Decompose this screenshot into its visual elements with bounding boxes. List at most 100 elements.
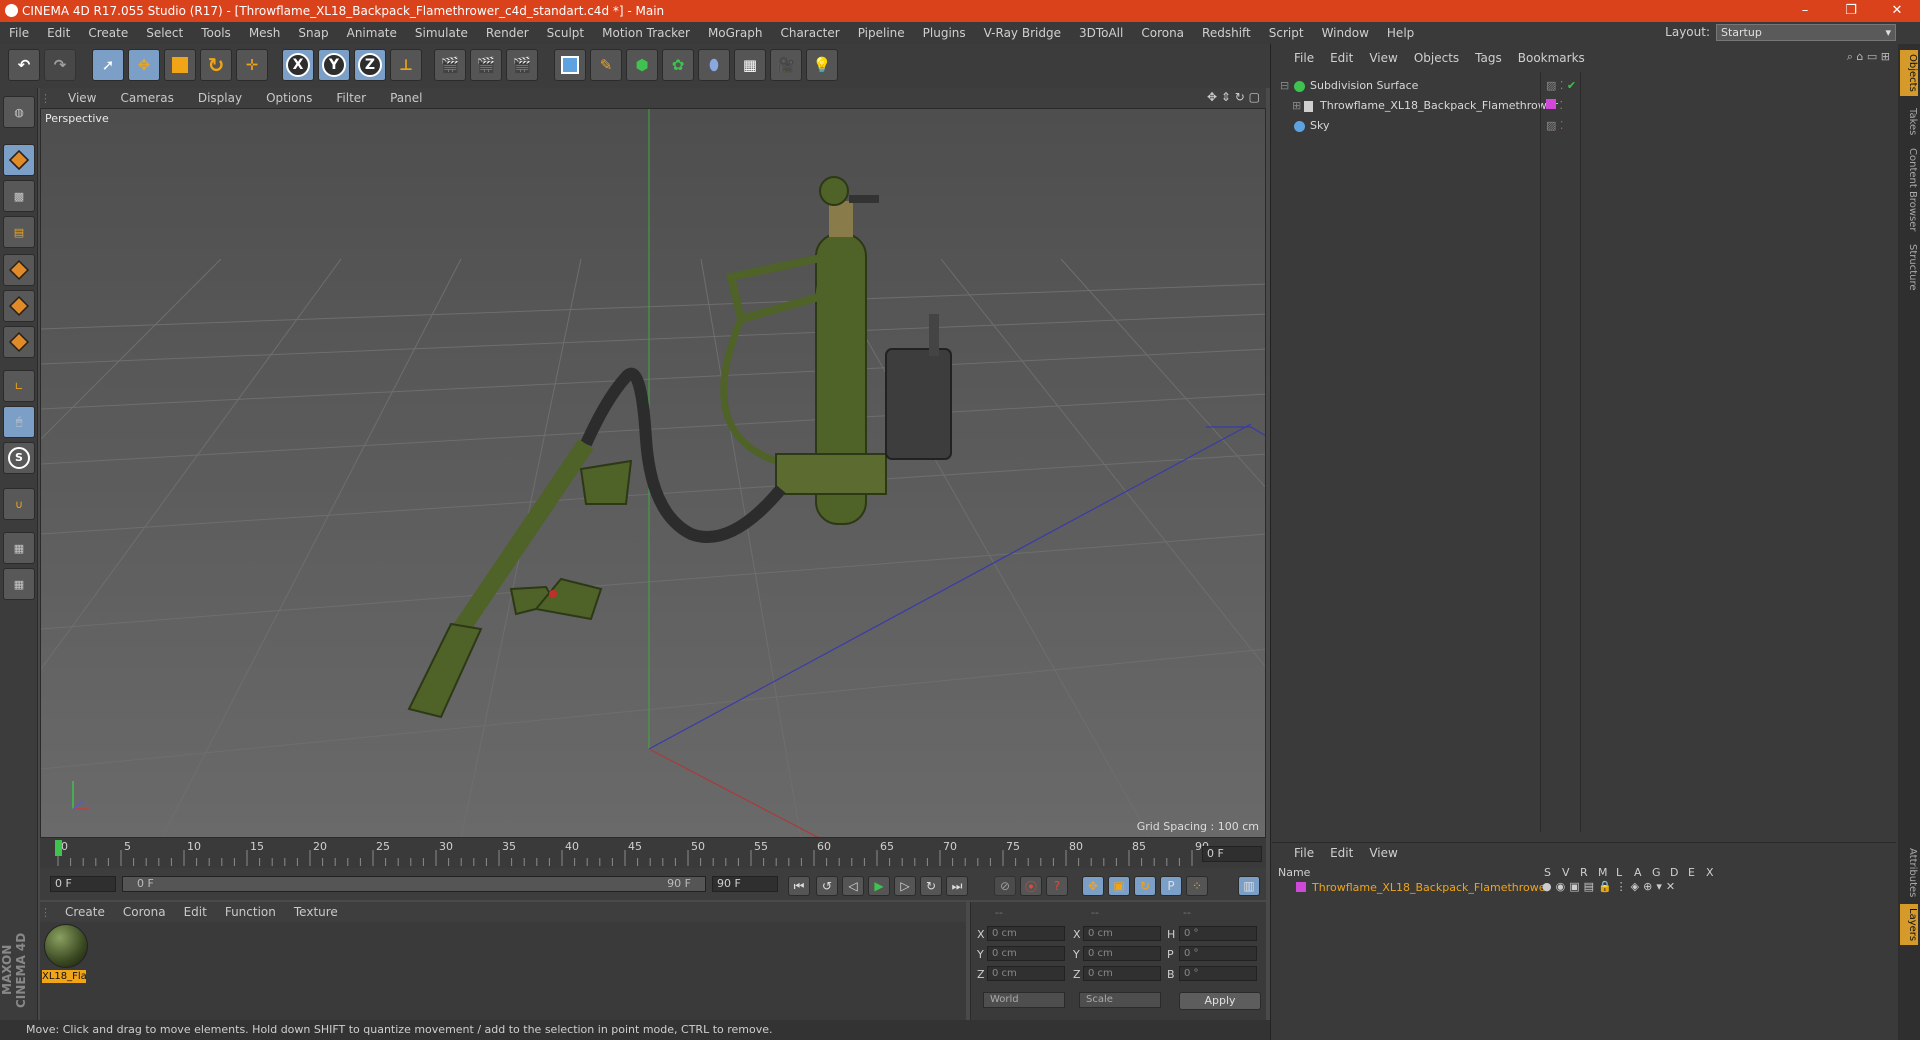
material-menu-corona[interactable]: Corona	[114, 905, 175, 919]
add-subdivision-button[interactable]: ⬢	[626, 49, 658, 81]
scale-tool-button[interactable]	[164, 49, 196, 81]
next-frame-button[interactable]: ▷	[894, 876, 916, 896]
menu-animate[interactable]: Animate	[338, 26, 406, 40]
layer-color-tag[interactable]: ⁚	[1546, 96, 1563, 116]
add-camera-button[interactable]: 🎥	[770, 49, 802, 81]
collapse-icon[interactable]: ⊟	[1280, 76, 1289, 96]
menu-mograph[interactable]: MoGraph	[699, 26, 772, 40]
record-keys-button[interactable]: ⊘	[994, 876, 1016, 896]
workplane-lock-button[interactable]: ▦	[3, 532, 35, 564]
material-preview[interactable]	[44, 924, 88, 968]
key-scale-button[interactable]: ▣	[1108, 876, 1130, 896]
polygons-mode-button[interactable]	[3, 326, 35, 358]
axis-mode-button[interactable]: ∟	[3, 370, 35, 402]
layer-color-swatch[interactable]	[1296, 882, 1306, 892]
model-mode-button[interactable]	[3, 144, 35, 176]
rot-b-field[interactable]: 0 °	[1179, 966, 1257, 981]
object-menu-file[interactable]: File	[1286, 51, 1322, 65]
go-to-end-button[interactable]: ⏭	[946, 876, 968, 896]
tab-takes[interactable]: Takes	[1900, 104, 1918, 139]
menu-plugins[interactable]: Plugins	[914, 26, 975, 40]
menu-window[interactable]: Window	[1313, 26, 1378, 40]
menu-render[interactable]: Render	[477, 26, 538, 40]
add-array-button[interactable]: ✿	[662, 49, 694, 81]
object-row-subdivision[interactable]: ⊟ Subdivision Surface ▨ ⁚ ✔	[1276, 76, 1896, 96]
y-axis-lock-button[interactable]: Y	[318, 49, 350, 81]
keyframe-selection-button[interactable]: ?	[1046, 876, 1068, 896]
viewport-nav-icons[interactable]: ✥ ⇕ ↻ ▢	[1207, 90, 1260, 104]
minimize-button[interactable]: –	[1782, 0, 1828, 22]
menu-script[interactable]: Script	[1260, 26, 1313, 40]
material-name[interactable]: XL18_Fla	[42, 970, 87, 983]
menu-simulate[interactable]: Simulate	[406, 26, 477, 40]
pos-x-field[interactable]: 0 cm	[987, 926, 1065, 941]
layer-menu-view[interactable]: View	[1361, 846, 1405, 860]
viewport-menu-display[interactable]: Display	[186, 91, 254, 105]
object-row-flamethrower[interactable]: ⊞ Throwflame_XL18_Backpack_Flamethrower …	[1276, 96, 1896, 116]
layer-menu-file[interactable]: File	[1286, 846, 1322, 860]
add-light-button[interactable]: 💡	[806, 49, 838, 81]
object-menu-bookmarks[interactable]: Bookmarks	[1510, 51, 1593, 65]
viewport-menu-panel[interactable]: Panel	[378, 91, 434, 105]
autokey-button[interactable]: ⦿	[1020, 876, 1042, 896]
apply-button[interactable]: Apply	[1179, 992, 1261, 1010]
object-row-sky[interactable]: Sky ▨ ⁚	[1276, 116, 1896, 136]
viewport-menu-options[interactable]: Options	[254, 91, 324, 105]
move-tool-button[interactable]: ✥	[128, 49, 160, 81]
maximize-button[interactable]: ❐	[1828, 0, 1874, 22]
size-mode-dropdown[interactable]: Scale	[1079, 992, 1161, 1008]
key-pla-button[interactable]: ⁘	[1186, 876, 1208, 896]
undo-button[interactable]: ↶	[8, 49, 40, 81]
menu-snap[interactable]: Snap	[289, 26, 337, 40]
tweak-mode-button[interactable]: 🖱	[3, 406, 35, 438]
playhead[interactable]	[55, 840, 62, 856]
menu-vray-bridge[interactable]: V-Ray Bridge	[975, 26, 1070, 40]
add-floor-button[interactable]: ▦	[734, 49, 766, 81]
workplane-align-button[interactable]: ▦	[3, 568, 35, 600]
viewport-menu-cameras[interactable]: Cameras	[108, 91, 185, 105]
material-menu-create[interactable]: Create	[56, 905, 114, 919]
add-deformer-button[interactable]: ⬮	[698, 49, 730, 81]
menu-edit[interactable]: Edit	[38, 26, 79, 40]
coord-system-dropdown[interactable]: World	[983, 992, 1065, 1008]
solo-mode-button[interactable]: S	[3, 442, 35, 474]
rot-p-field[interactable]: 0 °	[1179, 946, 1257, 961]
menu-sculpt[interactable]: Sculpt	[538, 26, 593, 40]
recent-tool-button[interactable]: ✛	[236, 49, 268, 81]
layer-name[interactable]: Throwflame_XL18_Backpack_Flamethrower	[1312, 881, 1550, 894]
material-menu-edit[interactable]: Edit	[175, 905, 216, 919]
frame-range-slider[interactable]: 0 F 90 F	[122, 876, 706, 892]
menu-file[interactable]: File	[0, 26, 38, 40]
layer-row[interactable]: Throwflame_XL18_Backpack_Flamethrower ●◉…	[1272, 880, 1896, 896]
x-axis-lock-button[interactable]: X	[282, 49, 314, 81]
edges-mode-button[interactable]	[3, 290, 35, 322]
key-parameter-button[interactable]: P	[1160, 876, 1182, 896]
timeline-layout-button[interactable]: ▥	[1238, 876, 1260, 896]
menu-3dtoall[interactable]: 3DToAll	[1070, 26, 1132, 40]
timeline-ruler[interactable]: 051015202530354045505560657075808590 0 F	[40, 838, 1266, 868]
object-menu-view[interactable]: View	[1361, 51, 1405, 65]
current-frame-field[interactable]: 0 F	[1202, 846, 1262, 862]
menu-help[interactable]: Help	[1378, 26, 1423, 40]
render-to-picture-viewer-button[interactable]: 🎬	[470, 49, 502, 81]
previous-key-button[interactable]: ↺	[816, 876, 838, 896]
tab-attributes[interactable]: Attributes	[1900, 844, 1918, 901]
previous-frame-button[interactable]: ◁	[842, 876, 864, 896]
add-cube-button[interactable]	[554, 49, 586, 81]
key-position-button[interactable]: ✥	[1082, 876, 1104, 896]
layer-menu-edit[interactable]: Edit	[1322, 846, 1361, 860]
object-menu-objects[interactable]: Objects	[1406, 51, 1467, 65]
menu-character[interactable]: Character	[771, 26, 848, 40]
layer-toggle-icons[interactable]: ●◉▣▤🔒⋮◈⊕▾✕	[1542, 880, 1679, 893]
live-selection-button[interactable]: ➚	[92, 49, 124, 81]
viewport-menu-view[interactable]: View	[56, 91, 108, 105]
render-view-button[interactable]: 🎬	[434, 49, 466, 81]
points-mode-button[interactable]	[3, 254, 35, 286]
coordinate-system-button[interactable]: ⊥	[390, 49, 422, 81]
material-menu-texture[interactable]: Texture	[285, 905, 347, 919]
menu-select[interactable]: Select	[137, 26, 192, 40]
workplane-mode-button[interactable]: ▤	[3, 216, 35, 248]
menu-create[interactable]: Create	[79, 26, 137, 40]
rot-h-field[interactable]: 0 °	[1179, 926, 1257, 941]
key-rotation-button[interactable]: ↻	[1134, 876, 1156, 896]
